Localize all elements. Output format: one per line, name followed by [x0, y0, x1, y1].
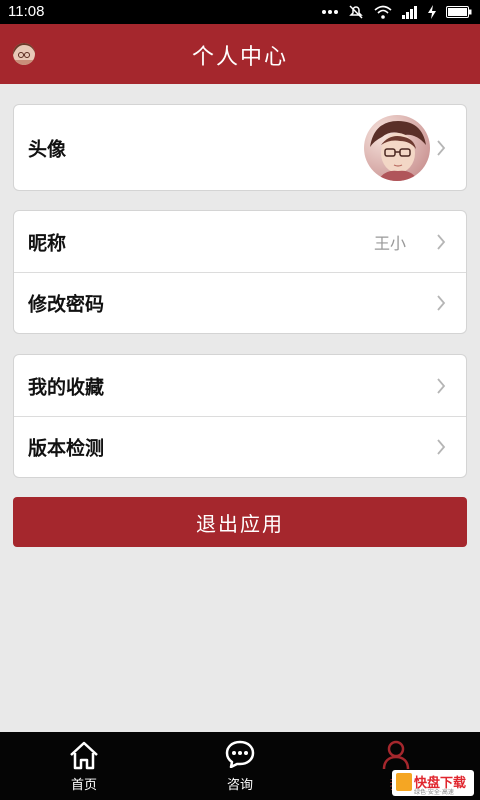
signal-icon	[402, 6, 417, 19]
status-time: 11:08	[8, 3, 45, 20]
status-bar: 11:08	[0, 0, 480, 24]
chevron-right-icon	[437, 439, 446, 455]
nickname-label: 昵称	[28, 232, 67, 254]
logout-button[interactable]: 退出应用	[13, 497, 467, 547]
tab-bar: 首页 咨询 我 快盘下载 绿色·安全·高速	[0, 732, 480, 800]
app-bar: 个人中心	[0, 24, 480, 84]
battery-icon	[446, 6, 472, 18]
chevron-right-icon	[437, 139, 446, 156]
chevron-right-icon	[437, 295, 446, 311]
version-check-label: 版本检测	[28, 437, 105, 460]
version-check-row[interactable]: 版本检测	[14, 416, 466, 477]
chevron-right-icon	[437, 377, 446, 394]
avatar-row-label: 头像	[28, 138, 67, 160]
avatar-row[interactable]: 头像	[14, 105, 466, 190]
tab-consult[interactable]: 咨询	[160, 732, 320, 800]
tab-home[interactable]: 首页	[4, 732, 164, 800]
more-dots-icon	[322, 10, 338, 14]
page-title: 个人中心	[191, 45, 288, 70]
person-icon	[382, 740, 410, 770]
wifi-icon	[374, 5, 392, 19]
avatar-group: 头像	[13, 104, 467, 191]
tab-consult-label: 咨询	[226, 778, 253, 793]
mute-icon	[349, 5, 363, 19]
change-password-label: 修改密码	[28, 293, 105, 316]
watermark-subtext: 绿色·安全·高速	[414, 789, 454, 796]
tab-home-label: 首页	[70, 778, 97, 793]
avatar	[364, 114, 430, 181]
favorites-row[interactable]: 我的收藏	[14, 355, 466, 416]
nickname-row[interactable]: 昵称 王小	[14, 211, 466, 272]
change-password-row[interactable]: 修改密码	[14, 272, 466, 333]
chevron-right-icon	[437, 233, 446, 250]
chat-icon	[225, 740, 255, 768]
nickname-value: 王小	[373, 233, 406, 253]
home-icon	[70, 741, 98, 770]
charging-icon	[428, 5, 436, 19]
watermark-logo: 快盘下载 绿色·安全·高速	[392, 770, 474, 796]
favorites-label: 我的收藏	[28, 376, 105, 398]
misc-group: 我的收藏 版本检测	[13, 354, 467, 478]
status-icons	[322, 3, 472, 21]
info-group: 昵称 王小 修改密码	[13, 210, 467, 334]
watermark-icon	[396, 773, 412, 791]
